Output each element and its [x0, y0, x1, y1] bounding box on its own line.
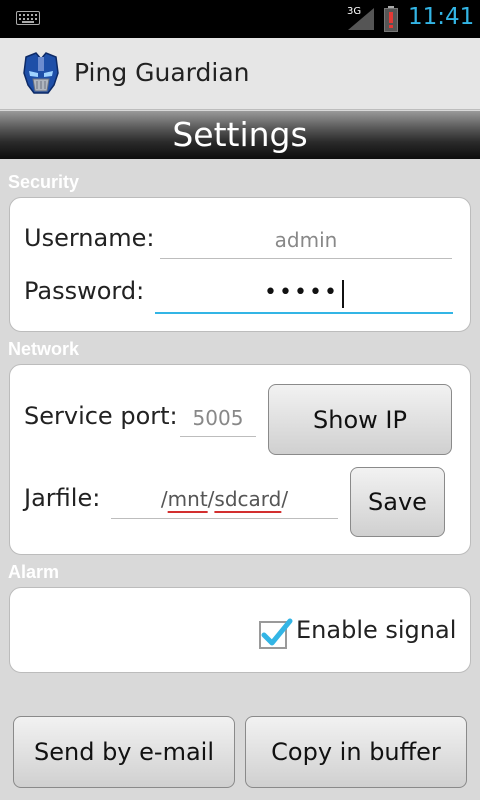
battery-alert-icon [384, 6, 398, 32]
username-value: admin [274, 228, 338, 252]
section-label-alarm: Alarm [8, 562, 60, 582]
service-port-label: Service port: [24, 402, 178, 430]
alarm-card: Enable signal [9, 587, 471, 673]
password-field[interactable]: ••••• [155, 273, 453, 314]
section-label-network: Network [8, 339, 80, 359]
network-card: Service port: 5005 Show IP Jarfile: /mnt… [9, 364, 471, 555]
clock: 11:41 [408, 4, 475, 30]
copy-in-buffer-button[interactable]: Copy in buffer [245, 716, 467, 788]
password-value: ••••• [264, 280, 339, 305]
app-bar: Ping Guardian [0, 38, 480, 110]
show-ip-button[interactable]: Show IP [268, 384, 452, 455]
username-field[interactable]: admin [160, 224, 452, 259]
network-type-label: 3G [347, 6, 362, 17]
jarfile-path-sep: / [160, 487, 168, 511]
page-title: Settings [172, 115, 308, 154]
send-by-email-button[interactable]: Send by e-mail [13, 716, 235, 788]
text-cursor [341, 279, 344, 308]
status-bar: 3G 11:41 [0, 0, 480, 38]
jarfile-label: Jarfile: [24, 484, 101, 512]
app-title: Ping Guardian [74, 58, 250, 87]
service-port-value: 5005 [192, 406, 244, 430]
settings-header: Settings [0, 111, 480, 159]
jarfile-path-sdcard: sdcard [214, 487, 282, 511]
username-label: Username: [24, 224, 155, 252]
security-card: Username: admin Password: ••••• [9, 197, 471, 332]
transformer-helmet-icon [23, 52, 59, 94]
service-port-field[interactable]: 5005 [180, 401, 256, 437]
checkmark-icon [261, 618, 293, 646]
section-label-security: Security [8, 172, 80, 192]
enable-signal-label[interactable]: Enable signal [296, 616, 456, 644]
jarfile-path-mnt: mnt [167, 487, 208, 511]
enable-signal-checkbox[interactable] [259, 618, 293, 649]
jarfile-field[interactable]: /mnt/sdcard/ [111, 482, 338, 519]
keyboard-icon [16, 11, 40, 25]
password-label: Password: [24, 277, 145, 305]
save-button[interactable]: Save [350, 467, 445, 537]
jarfile-path-sep: / [281, 487, 289, 511]
